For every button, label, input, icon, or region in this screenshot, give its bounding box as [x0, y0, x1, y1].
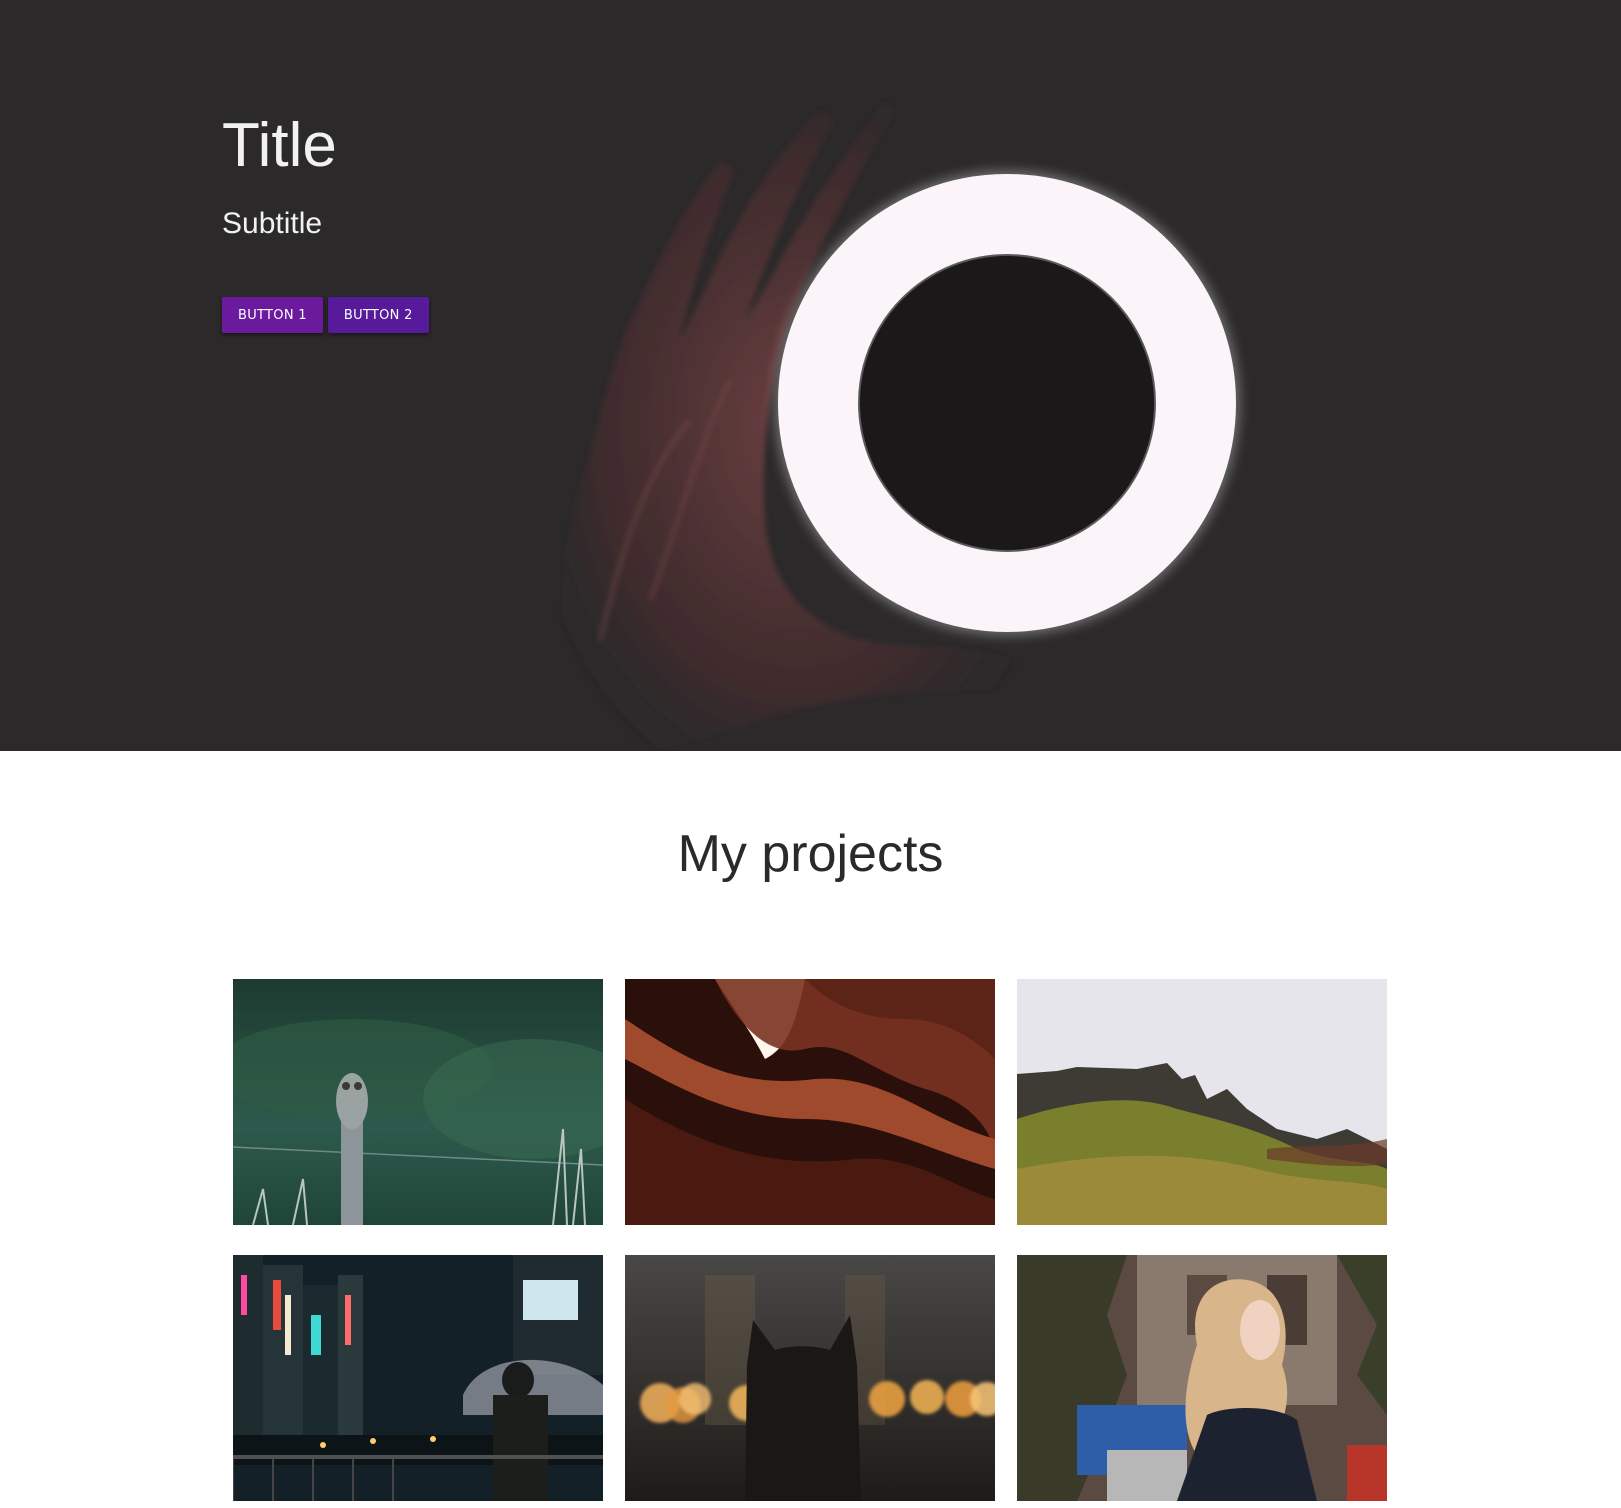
button-2[interactable]: BUTTON 2 — [327, 297, 429, 333]
hero-subtitle: Subtitle — [222, 207, 323, 240]
cat-bokeh-image — [625, 1255, 995, 1501]
hero-section: Title Subtitle BUTTON 1 BUTTON 2 — [0, 0, 1621, 751]
city-image — [233, 1255, 603, 1501]
project-tile-mountain[interactable] — [1017, 979, 1387, 1225]
hero-button-group: BUTTON 1 BUTTON 2 — [222, 297, 429, 333]
button-1[interactable]: BUTTON 1 — [222, 297, 323, 333]
project-tile-portrait[interactable] — [1017, 1255, 1387, 1501]
mountain-image — [1017, 979, 1387, 1225]
projects-grid — [233, 979, 1387, 1501]
project-tile-city[interactable] — [233, 1255, 603, 1501]
hero-title: Title — [222, 111, 337, 180]
project-tile-canyon[interactable] — [625, 979, 995, 1225]
portrait-image — [1017, 1255, 1387, 1501]
canyon-image — [625, 979, 995, 1225]
owl-image — [233, 979, 603, 1225]
project-tile-cat[interactable] — [625, 1255, 995, 1501]
project-tile-owl[interactable] — [233, 979, 603, 1225]
projects-heading: My projects — [677, 825, 944, 883]
